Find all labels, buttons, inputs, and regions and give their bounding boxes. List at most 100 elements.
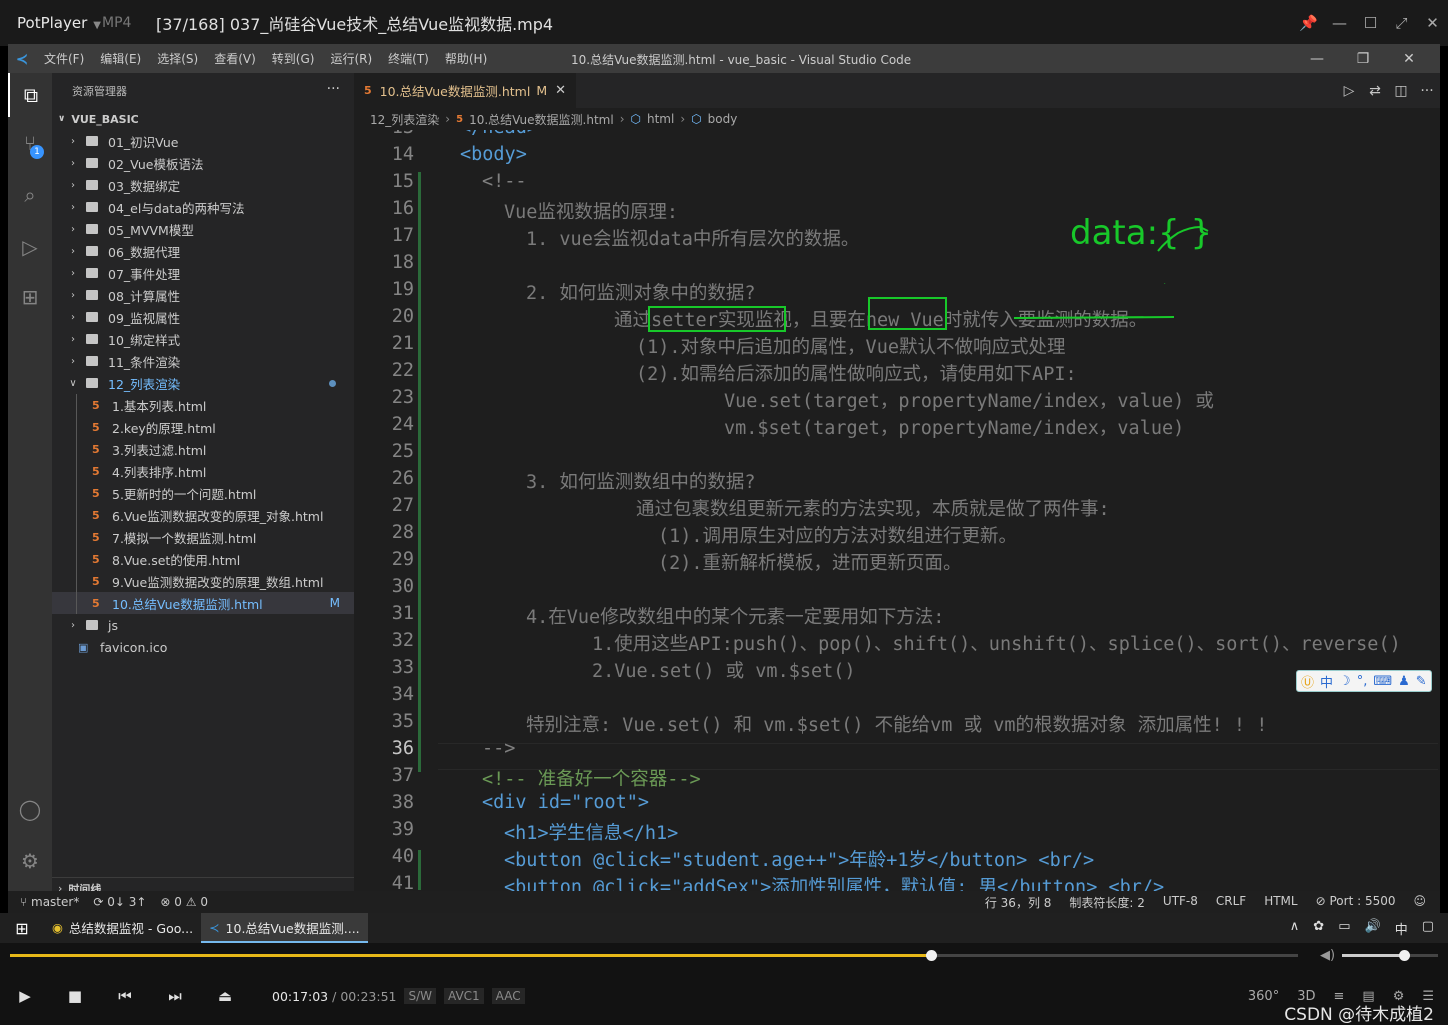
- volume-slider[interactable]: [1342, 950, 1438, 961]
- cursor-position[interactable]: 行 36，列 8: [985, 894, 1052, 911]
- menu-item[interactable]: 终端(T): [380, 50, 437, 67]
- branch-status[interactable]: ⑂ master*: [20, 895, 79, 909]
- tree-item[interactable]: 5 2.key的原理.html: [52, 416, 354, 438]
- video-codec-chip[interactable]: AVC1: [444, 988, 484, 1004]
- tree-item[interactable]: ▣ favicon.ico: [52, 636, 354, 658]
- live-server-port[interactable]: ⊘ Port : 5500: [1316, 894, 1396, 911]
- tree-item[interactable]: 5 1.基本列表.html: [52, 394, 354, 416]
- breadcrumb-file[interactable]: 10.总结Vue数据监测.html: [469, 111, 614, 128]
- tree-item[interactable]: 5 5.更新时的一个问题.html: [52, 482, 354, 504]
- potplayer-menu-button[interactable]: PotPlayer ▼: [0, 14, 102, 32]
- audio-codec-chip[interactable]: AAC: [491, 988, 525, 1004]
- menu-item[interactable]: 编辑(E): [92, 50, 149, 67]
- fullscreen-button[interactable]: ⤢: [1386, 14, 1417, 32]
- line-ending[interactable]: CRLF: [1216, 894, 1246, 911]
- breadcrumb-folder[interactable]: 12_列表渲染: [370, 111, 439, 128]
- next-icon[interactable]: ⏭: [150, 987, 200, 1005]
- moon-icon[interactable]: ☽: [1339, 674, 1351, 689]
- split-editor-icon[interactable]: ◫: [1388, 83, 1414, 99]
- problems-status[interactable]: ⊗ 0 ⚠ 0: [160, 895, 208, 909]
- ime-mode[interactable]: 中: [1320, 672, 1333, 691]
- tree-item[interactable]: › 02_Vue模板语法: [52, 152, 354, 174]
- seek-handle[interactable]: [925, 950, 937, 961]
- feedback-icon[interactable]: ☺: [1413, 894, 1426, 911]
- run-icon[interactable]: ▷: [1336, 83, 1362, 99]
- more-actions-icon[interactable]: ···: [327, 81, 340, 97]
- compare-changes-icon[interactable]: ⇄: [1362, 83, 1388, 99]
- account-icon[interactable]: ◯: [8, 787, 52, 831]
- close-button[interactable]: ✕: [1417, 14, 1448, 32]
- menu-item[interactable]: 查看(V): [206, 50, 264, 67]
- encoding[interactable]: UTF-8: [1163, 894, 1198, 911]
- windows-start-icon[interactable]: ⊞: [0, 919, 44, 938]
- more-actions-icon[interactable]: ···: [1414, 83, 1440, 99]
- vr-360-button[interactable]: 360°: [1248, 989, 1279, 1004]
- keyboard-icon[interactable]: ⌨: [1373, 674, 1392, 689]
- pin-icon[interactable]: 📌: [1293, 14, 1324, 32]
- play-icon[interactable]: ▶: [0, 987, 50, 1005]
- menu-item[interactable]: 选择(S): [149, 50, 206, 67]
- menu-item[interactable]: 转到(G): [264, 50, 323, 67]
- punctuation-icon[interactable]: °,: [1357, 674, 1368, 689]
- code-editor[interactable]: 13 </head> 14 <body> 15 <!-- 16 Vue监视数据的原理: 17 1.…: [354, 130, 1440, 899]
- tree-item[interactable]: › 01_初识Vue: [52, 130, 354, 152]
- sync-status[interactable]: ⟳ 0↓ 3↑: [93, 895, 146, 909]
- tree-item[interactable]: › js: [52, 614, 354, 636]
- tree-item[interactable]: 5 9.Vue监测数据改变的原理_数组.html: [52, 570, 354, 592]
- project-root[interactable]: ∨ VUE_BASIC: [52, 108, 354, 130]
- tree-item[interactable]: › 04_el与data的两种写法: [52, 196, 354, 218]
- taskbar-item-chrome[interactable]: ◉ 总结数据监视 - Goo...: [44, 913, 201, 943]
- tray-app-icon[interactable]: ✿: [1313, 919, 1324, 938]
- tree-item[interactable]: › 10_绑定样式: [52, 328, 354, 350]
- eject-icon[interactable]: ⏏: [200, 987, 250, 1005]
- ime-toolbar[interactable]: Ⓤ 中 ☽ °, ⌨ ♟ ✎: [1296, 670, 1432, 692]
- tree-item[interactable]: 5 4.列表排序.html: [52, 460, 354, 482]
- tab-active-file[interactable]: 5 10.总结Vue数据监测.html M ✕: [354, 73, 577, 108]
- language-mode[interactable]: HTML: [1264, 894, 1297, 911]
- volume-icon[interactable]: ◀): [1320, 948, 1335, 963]
- tree-item[interactable]: › 06_数据代理: [52, 240, 354, 262]
- tree-item[interactable]: › 11_条件渲染: [52, 350, 354, 372]
- tree-item[interactable]: 5 8.Vue.set的使用.html: [52, 548, 354, 570]
- decoder-chip[interactable]: S/W: [404, 988, 436, 1004]
- user-icon[interactable]: ♟: [1398, 674, 1410, 689]
- notification-icon[interactable]: ▢: [1422, 919, 1434, 938]
- previous-icon[interactable]: ⏮: [100, 987, 150, 1005]
- taskbar-item-vscode[interactable]: ≺ 10.总结Vue数据监测....: [201, 913, 368, 943]
- search-icon[interactable]: ⌕: [8, 173, 52, 217]
- seek-bar[interactable]: [10, 950, 1298, 961]
- wrench-icon[interactable]: ✎: [1416, 674, 1427, 689]
- volume-handle[interactable]: [1399, 950, 1411, 961]
- tree-item[interactable]: 5 3.列表过滤.html: [52, 438, 354, 460]
- vscode-close-button[interactable]: ✕: [1386, 51, 1432, 67]
- run-debug-icon[interactable]: ▷: [8, 225, 52, 269]
- tree-item[interactable]: 5 7.模拟一个数据监测.html: [52, 526, 354, 548]
- tree-item[interactable]: › 09_监视属性: [52, 306, 354, 328]
- explorer-icon[interactable]: ⧉: [8, 73, 52, 117]
- battery-icon[interactable]: ▭: [1338, 919, 1350, 938]
- tray-ime[interactable]: 中: [1395, 919, 1408, 938]
- tree-item[interactable]: 5 10.总结Vue数据监测.html M: [52, 592, 354, 614]
- tree-item[interactable]: › 07_事件处理: [52, 262, 354, 284]
- speaker-icon[interactable]: 🔊: [1365, 919, 1381, 938]
- tree-item[interactable]: 5 6.Vue监测数据改变的原理_对象.html: [52, 504, 354, 526]
- close-tab-icon[interactable]: ✕: [555, 83, 566, 98]
- vscode-restore-button[interactable]: ❐: [1340, 51, 1386, 67]
- tree-item[interactable]: › 05_MVVM模型: [52, 218, 354, 240]
- menu-item[interactable]: 文件(F): [36, 50, 92, 67]
- extensions-icon[interactable]: ⊞: [8, 275, 52, 319]
- stop-icon[interactable]: ■: [50, 987, 100, 1005]
- menu-item[interactable]: 帮助(H): [437, 50, 495, 67]
- indentation[interactable]: 制表符长度: 2: [1069, 894, 1145, 911]
- chevron-up-icon[interactable]: ∧: [1290, 919, 1300, 938]
- maximize-button[interactable]: ☐: [1355, 14, 1386, 32]
- minimize-button[interactable]: —: [1324, 14, 1355, 32]
- settings-gear-icon[interactable]: ⚙: [8, 839, 52, 883]
- source-control-icon[interactable]: ⑂ 1: [8, 121, 52, 165]
- menu-item[interactable]: 运行(R): [322, 50, 380, 67]
- tree-item[interactable]: ∨ 12_列表渲染: [52, 372, 354, 394]
- tree-item[interactable]: › 03_数据绑定: [52, 174, 354, 196]
- breadcrumb-html[interactable]: html: [647, 112, 674, 126]
- breadcrumb-body[interactable]: body: [708, 112, 738, 126]
- tree-item[interactable]: › 08_计算属性: [52, 284, 354, 306]
